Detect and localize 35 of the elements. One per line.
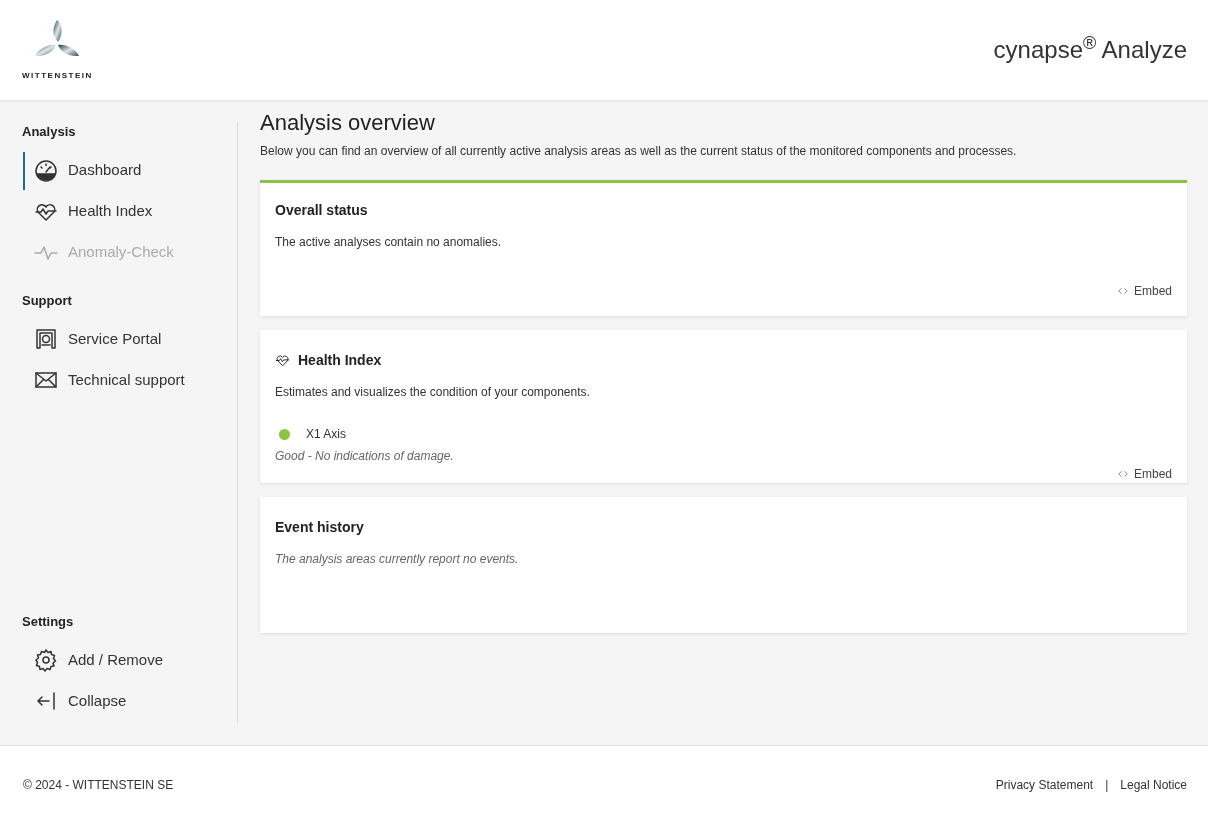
card-text: The analysis areas currently report no events. (275, 551, 520, 569)
card-text: Estimates and visualizes the condition of your components. (275, 384, 591, 402)
portal-icon (34, 327, 58, 351)
app-title: cynapse$^{®}$ Analyze (993, 32, 1187, 65)
embed-link[interactable]: Embed (1117, 282, 1172, 301)
copyright: © 2024 - WITTENSTEIN SE (23, 776, 174, 794)
gear-icon (34, 648, 58, 672)
code-icon (1117, 469, 1128, 480)
sidebar-item[interactable]: Health Index (23, 192, 159, 231)
sidebar-item: Anomaly-Check (23, 233, 180, 272)
card-text: The active analyses contain no anomalies. (275, 234, 503, 252)
heart-pulse-icon (275, 353, 290, 369)
sidebar-item[interactable]: Technical support (23, 361, 191, 399)
code-icon (1117, 286, 1128, 297)
card-title: Health Index (298, 351, 382, 371)
logo-wordmark: WITTENSTEIN (22, 70, 93, 82)
page-title: Analysis overview (260, 110, 436, 137)
embed-link[interactable]: Embed (1117, 465, 1172, 484)
sidebar-item[interactable]: Add / Remove (23, 641, 170, 679)
page-description: Below you can find an overview of all currently active analysis areas as well as the current status of the monitored components and processes. (260, 143, 1018, 161)
footer-link[interactable]: Privacy Statement (995, 775, 1094, 794)
sidebar-item[interactable]: Service Portal (23, 320, 168, 358)
arrow-left-bar-icon (34, 689, 58, 713)
footer-link[interactable]: Legal Notice (1120, 775, 1187, 794)
section-heading: Analysis (21, 123, 77, 141)
sidebar-item[interactable]: Collapse (23, 682, 133, 720)
gauge-icon (34, 158, 58, 183)
section-heading: Settings (21, 612, 75, 631)
sidebar-item[interactable]: Dashboard (23, 151, 148, 190)
link-separator: | (1105, 776, 1109, 794)
card-title: Event history (275, 518, 364, 538)
section-heading: Support (21, 291, 73, 310)
card-title: Overall status (275, 201, 368, 221)
component-name: X1 Axis (306, 426, 347, 444)
component-status: Good - No indications of damage. (275, 448, 455, 466)
